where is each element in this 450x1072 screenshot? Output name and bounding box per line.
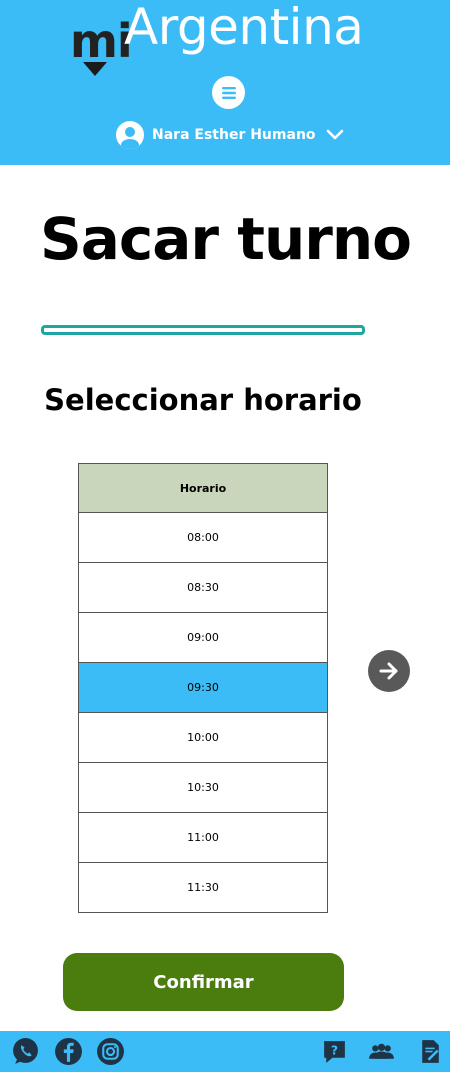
section-subtitle: Seleccionar horario: [44, 383, 362, 417]
mi-argentina-logo[interactable]: mi Argentina: [70, 0, 390, 78]
logo-mi-text: mi: [70, 14, 133, 68]
user-avatar-icon: [116, 121, 144, 149]
table-row[interactable]: 08:00: [78, 513, 328, 563]
table-header-horario: Horario: [78, 463, 328, 513]
document-edit-icon[interactable]: [416, 1037, 445, 1066]
top-header: mi Argentina Nara Esther Humano: [0, 0, 450, 165]
table-row-selected[interactable]: 09:30: [78, 663, 328, 713]
instagram-icon[interactable]: [96, 1037, 125, 1066]
logo-pin-icon: [83, 62, 107, 76]
table-row[interactable]: 11:30: [78, 863, 328, 913]
facebook-icon[interactable]: [54, 1037, 83, 1066]
bottom-footer: ?: [0, 1031, 450, 1072]
schedule-table: Horario 08:00 08:30 09:00 09:30 10:00 10…: [78, 463, 328, 913]
chevron-down-icon: [326, 129, 343, 140]
table-row[interactable]: 11:00: [78, 813, 328, 863]
table-row[interactable]: 08:30: [78, 563, 328, 613]
user-name: Nara Esther Humano: [152, 127, 316, 143]
people-icon[interactable]: [367, 1037, 396, 1066]
user-menu[interactable]: Nara Esther Humano: [116, 121, 344, 149]
page-title: Sacar turno: [40, 205, 412, 273]
table-row[interactable]: 09:00: [78, 613, 328, 663]
table-row[interactable]: 10:30: [78, 763, 328, 813]
table-row[interactable]: 10:00: [78, 713, 328, 763]
next-page-button[interactable]: [368, 650, 410, 692]
whatsapp-icon[interactable]: [11, 1037, 40, 1066]
arrow-right-icon: [379, 662, 398, 680]
confirm-button[interactable]: Confirmar: [63, 953, 344, 1011]
hamburger-menu-icon: [221, 86, 236, 99]
progress-bar: [41, 325, 365, 335]
logo-argentina-text: Argentina: [124, 0, 364, 56]
help-chat-icon[interactable]: ?: [320, 1037, 349, 1066]
svg-text:?: ?: [331, 1043, 338, 1058]
menu-button[interactable]: [212, 76, 245, 109]
